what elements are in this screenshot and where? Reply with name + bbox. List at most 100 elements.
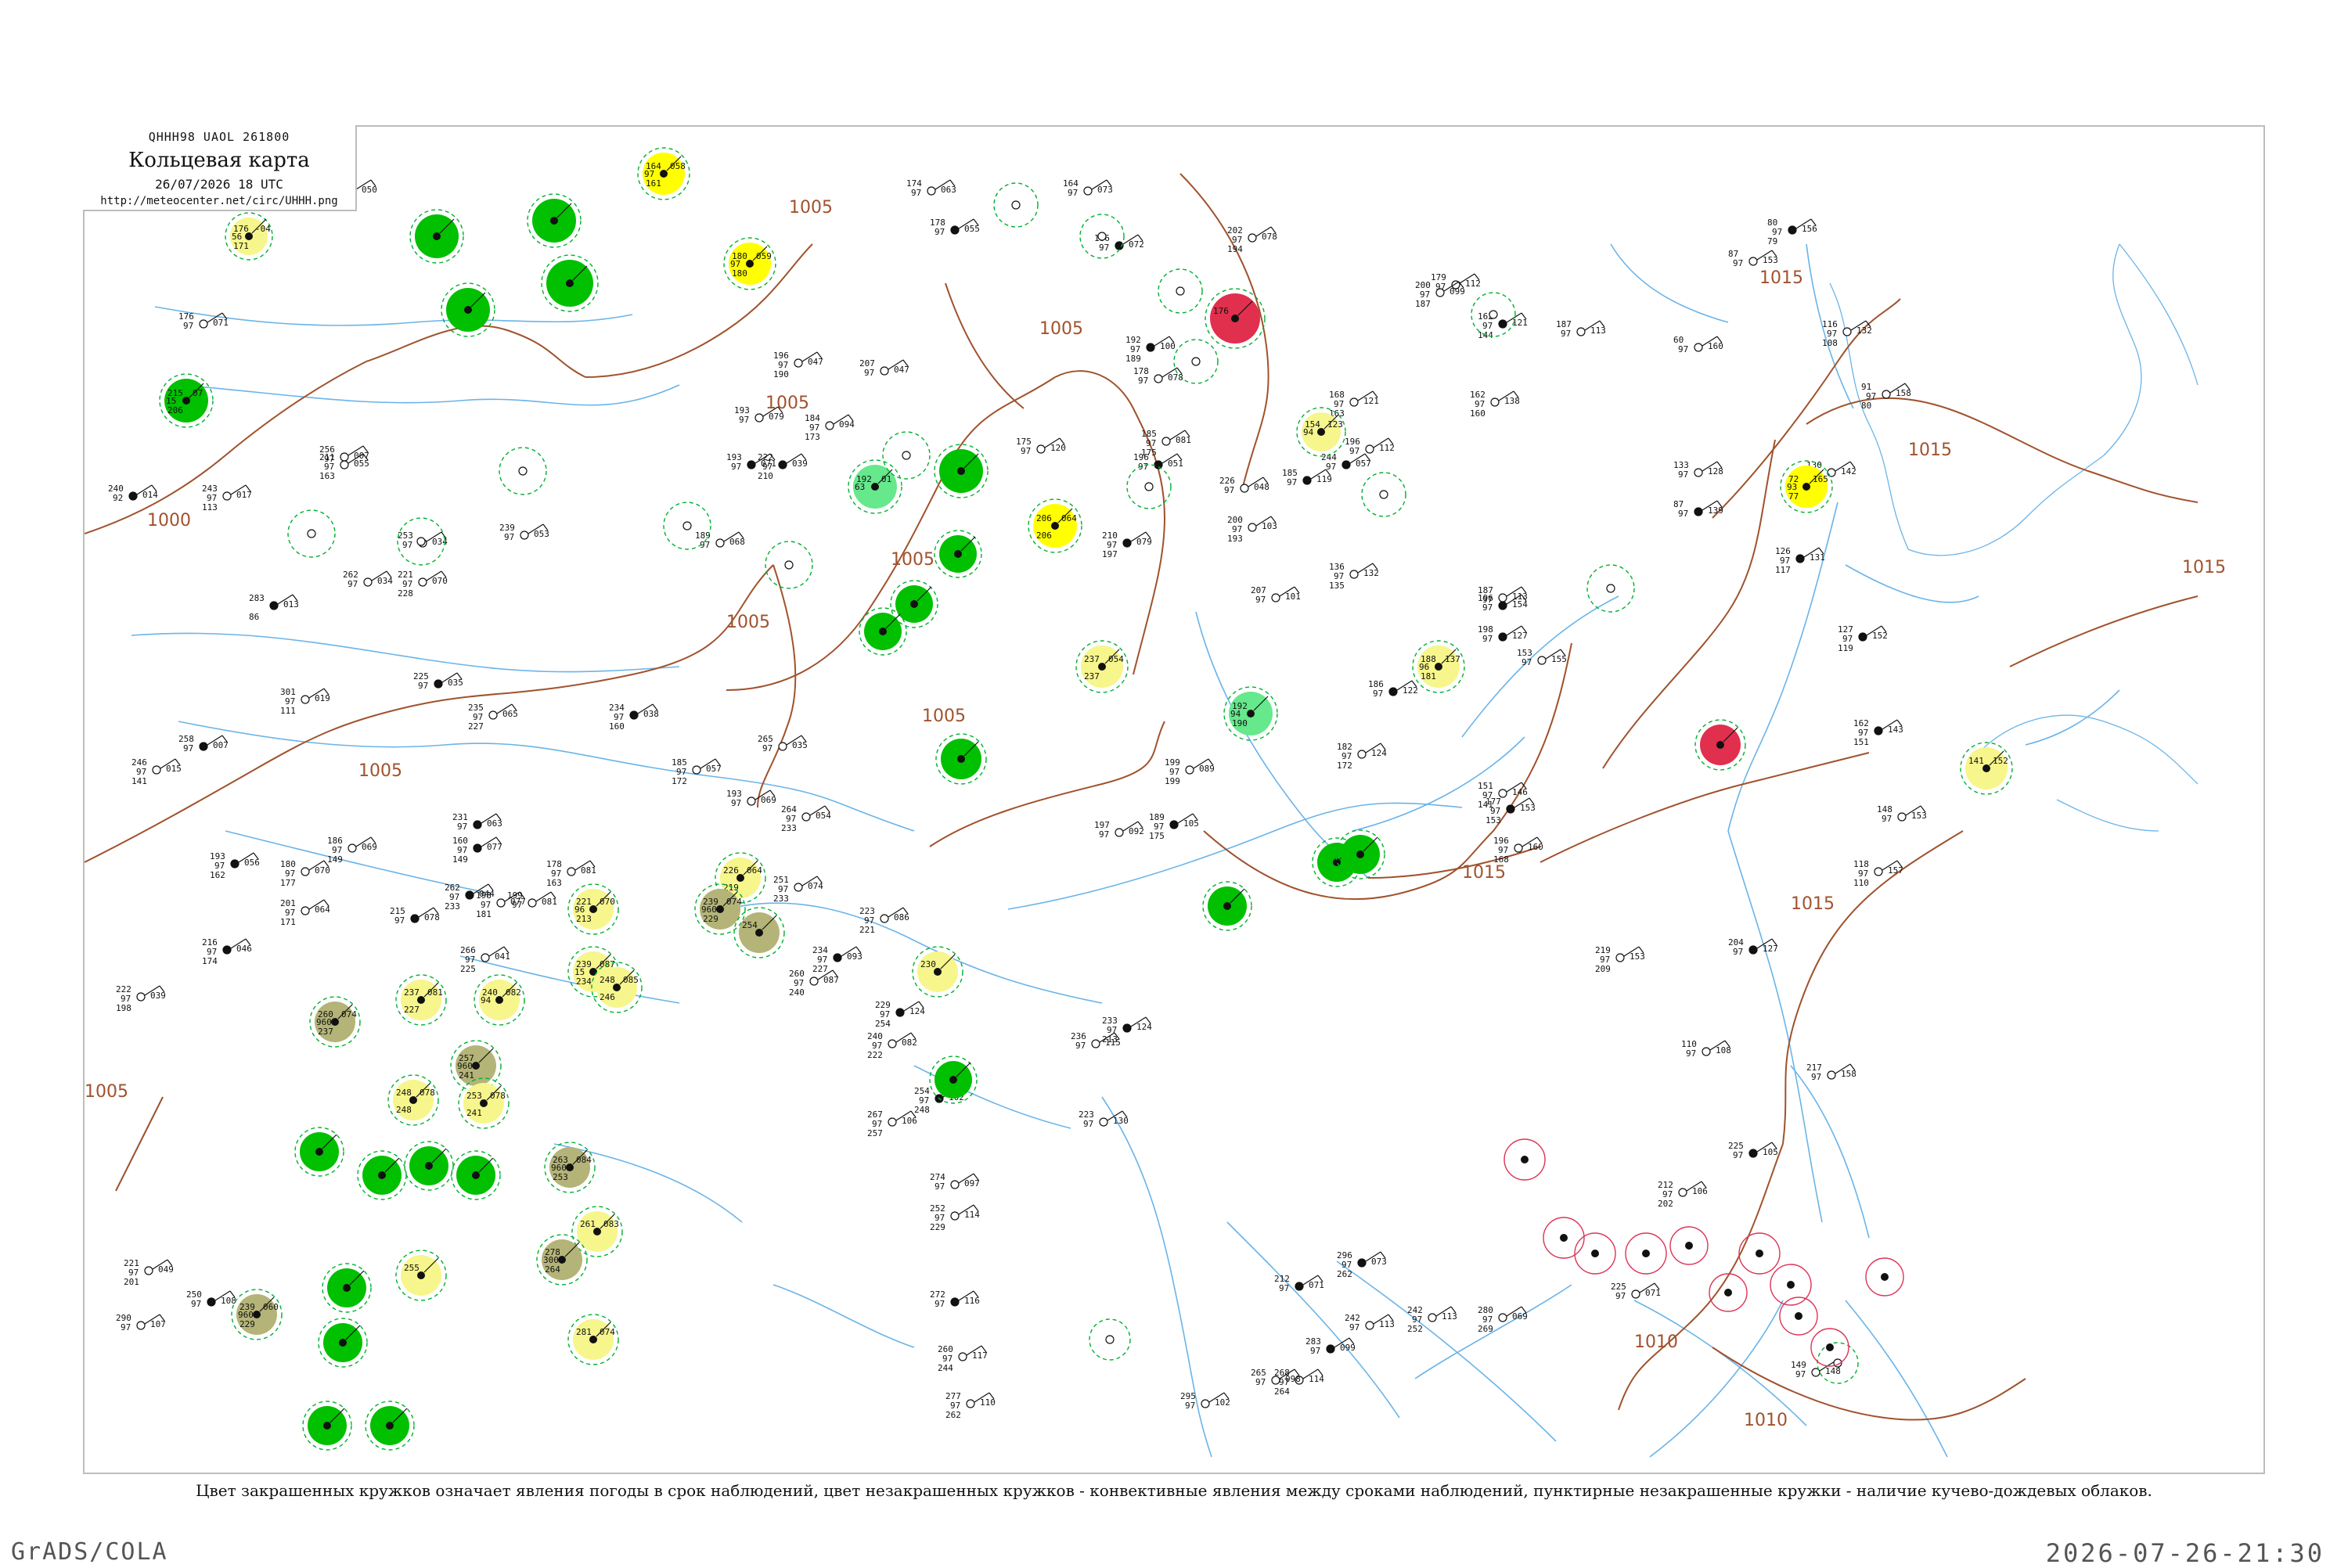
weather-circle-station[interactable]: 2783000264 xyxy=(536,1234,588,1286)
weather-circle-station[interactable]: 2399600229074 xyxy=(694,883,746,935)
station-plot[interactable]: 809779156 xyxy=(1767,218,1817,246)
weather-circle-station[interactable] xyxy=(318,1318,368,1368)
cb-dashed-ring-station[interactable] xyxy=(1361,472,1406,517)
station-plot[interactable]: 6097 160 xyxy=(1673,335,1723,354)
weather-circle-station[interactable]: 248 248 078 xyxy=(387,1074,439,1126)
station-plot[interactable]: 27497 097 xyxy=(930,1172,980,1192)
weather-circle-station[interactable]: 237 227 081 xyxy=(395,974,447,1026)
cb-dashed-ring-station[interactable] xyxy=(1158,268,1203,314)
station-plot[interactable]: 22397221086 xyxy=(859,906,909,935)
station-plot[interactable]: 24297 113 xyxy=(1345,1313,1395,1332)
station-plot[interactable]: 11697108132 xyxy=(1822,319,1872,348)
weather-circle-station[interactable]: 2609600237074 xyxy=(309,996,361,1048)
station-plot[interactable]: 18697 122 xyxy=(1368,679,1418,699)
cb-dashed-ring-station[interactable] xyxy=(993,182,1039,228)
convective-ring-station[interactable] xyxy=(1504,1138,1546,1181)
weather-circle-station[interactable]: 16497161058 xyxy=(637,147,690,200)
station-plot[interactable]: 17597 120 xyxy=(1016,437,1066,456)
station-plot[interactable]: 14897 153 xyxy=(1877,804,1927,824)
cb-dashed-ring-station[interactable] xyxy=(1586,564,1635,613)
weather-circle-station[interactable]: 176 xyxy=(1205,288,1266,349)
station-plot[interactable]: 8797 153 xyxy=(1728,249,1778,268)
weather-circle-station[interactable]: 2579600241 xyxy=(450,1040,502,1091)
map-canvas[interactable]: 1000100510051005100510051005100510051015… xyxy=(85,127,2263,1473)
station-plot[interactable]: 21297 071 xyxy=(1274,1274,1324,1293)
weather-circle-station[interactable]: 253 241 078 xyxy=(458,1077,510,1129)
station-plot[interactable]: 23497160038 xyxy=(609,703,659,732)
weather-circle-station[interactable] xyxy=(934,444,989,498)
station-plot[interactable]: 24697141015 xyxy=(131,757,182,786)
station-plot[interactable]: 19397162056 xyxy=(210,851,260,880)
station-plot[interactable]: 17897 078 xyxy=(1133,366,1183,386)
station-plot[interactable]: 20797 101 xyxy=(1251,585,1301,605)
station-plot[interactable]: 17797153153 xyxy=(1486,797,1536,825)
station-plot[interactable]: 18997 068 xyxy=(695,530,745,550)
convective-ring-station[interactable] xyxy=(1738,1232,1781,1275)
station-plot[interactable]: 20797 047 xyxy=(859,358,909,378)
station-plot[interactable]: 18597 119 xyxy=(1282,468,1332,487)
station-plot[interactable]: 24097222082 xyxy=(867,1031,917,1060)
station-plot[interactable]: 18697149069 xyxy=(327,836,377,865)
station-plot[interactable]: 19697 051 xyxy=(1133,452,1183,472)
station-plot[interactable]: 20097193103 xyxy=(1227,515,1277,544)
station-plot[interactable]: 25297229114 xyxy=(930,1203,980,1232)
station-plot[interactable]: 18597172057 xyxy=(672,757,722,786)
station-plot[interactable]: 13697135132 xyxy=(1329,562,1379,591)
weather-circle-station[interactable] xyxy=(404,1141,454,1191)
station-plot[interactable]: 19797 092 xyxy=(1094,820,1144,840)
station-plot[interactable]: 16097149077 xyxy=(452,836,502,865)
weather-circle-station[interactable] xyxy=(451,1150,501,1200)
weather-circle-station[interactable]: 237 237 054 xyxy=(1075,640,1129,693)
station-plot[interactable]: 21697174046 xyxy=(202,937,252,966)
weather-circle-station[interactable] xyxy=(541,254,599,312)
station-plot[interactable]: 21097197079 xyxy=(1102,530,1152,559)
station-plot[interactable]: 27797262110 xyxy=(945,1391,996,1420)
station-plot[interactable]: 17897163081 xyxy=(546,859,596,888)
station-plot[interactable]: 26297 034 xyxy=(343,570,393,589)
weather-circle-station[interactable] xyxy=(302,1401,352,1451)
weather-circle-station[interactable] xyxy=(859,607,907,656)
weather-circle-station[interactable]: 230 xyxy=(912,946,963,998)
station-plot[interactable]: 24297252113 xyxy=(1407,1305,1457,1334)
weather-circle-station[interactable]: 281 074 xyxy=(567,1314,619,1365)
station-plot[interactable]: 23197 063 xyxy=(452,812,502,832)
weather-circle-station[interactable] xyxy=(322,1263,372,1313)
weather-circle-station[interactable] xyxy=(934,530,982,578)
weather-circle-station[interactable]: 141 152 xyxy=(1960,742,2013,795)
station-plot[interactable]: 21997209153 xyxy=(1595,945,1645,974)
station-plot[interactable]: 19697190047 xyxy=(773,351,823,379)
weather-circle-station[interactable]: 18097180059 xyxy=(723,237,776,290)
weather-circle-station[interactable]: 22196213070 xyxy=(567,883,619,935)
station-plot[interactable]: 27297 116 xyxy=(930,1289,980,1309)
station-plot[interactable]: 23997 053 xyxy=(499,523,549,542)
cb-dashed-ring-station[interactable] xyxy=(499,447,547,495)
station-plot[interactable]: 25897 007 xyxy=(178,734,229,753)
weather-circle-station[interactable]: 2639600253084 xyxy=(544,1142,596,1193)
convective-ring-station[interactable] xyxy=(1709,1273,1748,1312)
station-plot[interactable]: 19397 069 xyxy=(726,789,776,808)
station-plot[interactable]: 26497233054 xyxy=(781,804,831,833)
weather-circle-station[interactable] xyxy=(409,209,464,264)
station-plot[interactable]: 28097269069 xyxy=(1478,1305,1528,1334)
station-plot[interactable]: 22297198039 xyxy=(116,984,166,1013)
cb-dashed-ring-station[interactable] xyxy=(1126,464,1172,509)
station-plot[interactable]: 25197233074 xyxy=(773,875,823,904)
weather-circle-station[interactable]: 206 206 064 xyxy=(1028,498,1082,553)
weather-circle-station[interactable]: 1926301 xyxy=(848,459,902,514)
station-plot[interactable]: 26697225041 xyxy=(460,945,510,974)
station-plot[interactable]: 30197111019 xyxy=(280,687,330,716)
weather-circle-station[interactable]: 19294190 xyxy=(1223,686,1278,741)
station-plot[interactable]: 19297189100 xyxy=(1125,335,1176,364)
station-plot[interactable]: 22597 105 xyxy=(1728,1141,1778,1160)
convective-ring-station[interactable] xyxy=(1543,1217,1585,1259)
weather-circle-station[interactable] xyxy=(365,1401,415,1451)
station-plot[interactable]: 19897 127 xyxy=(1478,624,1528,644)
station-plot[interactable]: 24092 014 xyxy=(108,484,158,503)
weather-circle-station[interactable] xyxy=(1335,829,1385,879)
weather-circle-station[interactable]: 2399600229060 xyxy=(231,1289,283,1340)
station-plot[interactable]: 283 86 013 xyxy=(249,593,299,622)
station-plot[interactable]: 16297144121 xyxy=(1478,311,1528,340)
weather-circle-station[interactable]: 24094082 xyxy=(474,974,525,1026)
station-plot[interactable]: 22997254124 xyxy=(875,1000,925,1029)
map-url[interactable]: http://meteocenter.net/circ/UHHH.png xyxy=(83,195,355,207)
